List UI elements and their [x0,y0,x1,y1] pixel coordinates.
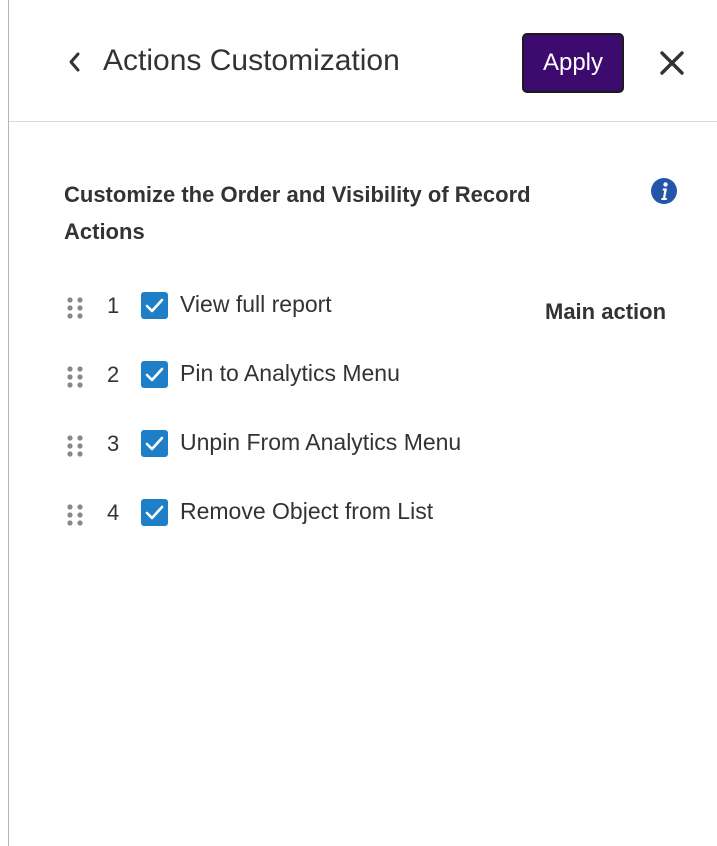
back-button[interactable] [61,46,87,78]
close-icon [660,51,684,75]
action-order-number: 3 [107,431,120,456]
action-visibility-checkbox[interactable] [141,292,168,319]
section-heading: Customize the Order and Visibility of Re… [64,182,531,244]
info-icon[interactable] [650,177,678,205]
action-label: Remove Object from List [180,498,434,524]
panel-header: Actions Customization Apply [9,0,717,122]
checkmark-icon [145,298,164,313]
checkmark-icon [145,505,164,520]
action-visibility-checkbox[interactable] [141,361,168,388]
action-row-pin-to-analytics-menu: 2 Pin to Analytics Menu [64,355,694,395]
apply-button[interactable]: Apply [522,33,624,93]
panel-title: Actions Customization [103,44,400,77]
actions-customization-panel: Actions Customization Apply Customize th… [8,0,717,846]
action-order-number: 4 [107,500,120,525]
drag-handle-icon[interactable] [64,296,86,320]
action-row-unpin-from-analytics-menu: 3 Unpin From Analytics Menu [64,424,694,464]
action-order-number: 1 [107,293,120,318]
action-label: Unpin From Analytics Menu [180,429,462,455]
drag-handle-icon[interactable] [64,503,86,527]
action-label: View full report [180,291,332,317]
drag-handle-icon[interactable] [64,434,86,458]
action-row-remove-object-from-list: 4 Remove Object from List [64,493,694,533]
drag-handle-icon[interactable] [64,365,86,389]
action-visibility-checkbox[interactable] [141,430,168,457]
action-order-number: 2 [107,362,120,387]
chevron-left-icon [69,52,80,72]
action-row-view-full-report: 1 View full report Main action [64,286,694,326]
action-label: Pin to Analytics Menu [180,360,400,386]
main-action-badge: Main action [545,299,667,324]
action-visibility-checkbox[interactable] [141,499,168,526]
checkmark-icon [145,367,164,382]
checkmark-icon [145,436,164,451]
close-button[interactable] [657,48,687,78]
